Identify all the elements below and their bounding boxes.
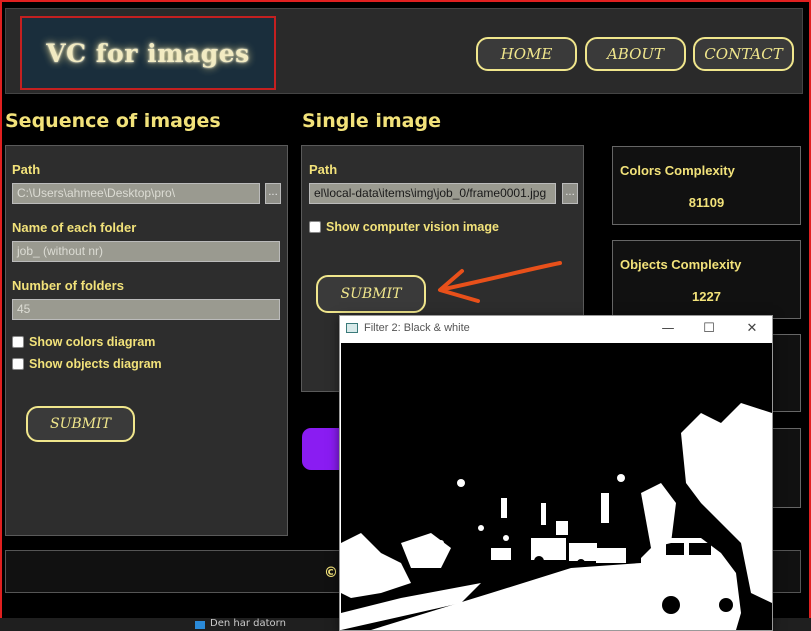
path-label: Path bbox=[12, 162, 41, 177]
filter-popup-window[interactable]: Filter 2: Black & white — ☐ ✕ bbox=[339, 315, 773, 631]
sequence-panel: Path C:\Users\ahmee\Desktop\pro\ ... Nam… bbox=[5, 145, 288, 536]
filtered-street-image bbox=[341, 343, 772, 630]
folder-icon bbox=[195, 621, 205, 629]
cv-image-label: Show computer vision image bbox=[326, 220, 499, 234]
folder-label: Name of each folder bbox=[12, 220, 137, 235]
folder-count-input[interactable]: 45 bbox=[12, 299, 280, 320]
minimize-icon[interactable]: — bbox=[656, 320, 680, 338]
objects-complexity-card: Objects Complexity 1227 bbox=[612, 240, 801, 319]
sequence-browse-button[interactable]: ... bbox=[265, 183, 281, 204]
single-browse-button[interactable]: ... bbox=[562, 183, 578, 204]
single-path-label: Path bbox=[309, 162, 338, 177]
checkbox-box[interactable] bbox=[12, 336, 24, 348]
popup-titlebar[interactable]: Filter 2: Black & white — ☐ ✕ bbox=[340, 316, 772, 342]
colors-complexity-card: Colors Complexity 81109 bbox=[612, 146, 801, 225]
folder-name-input[interactable]: job_ (without nr) bbox=[12, 241, 280, 262]
checkbox-box[interactable] bbox=[12, 358, 24, 370]
sequence-title: Sequence of images bbox=[5, 110, 221, 132]
maximize-icon[interactable]: ☐ bbox=[697, 320, 721, 338]
objects-complexity-value: 1227 bbox=[692, 289, 721, 304]
annotation-arrow bbox=[438, 261, 562, 303]
cv-image-checkbox[interactable]: Show computer vision image bbox=[309, 220, 499, 234]
logo-text: VC for images bbox=[46, 38, 250, 68]
colors-complexity-title: Colors Complexity bbox=[620, 163, 735, 178]
footer-copyright: © bbox=[324, 565, 338, 581]
count-label: Number of folders bbox=[12, 278, 124, 293]
header: VC for images HOME ABOUT CONTACT bbox=[5, 8, 803, 94]
colors-diagram-checkbox[interactable]: Show colors diagram bbox=[12, 335, 155, 349]
single-submit-button[interactable]: SUBMIT bbox=[316, 275, 426, 313]
purple-button-partial[interactable] bbox=[302, 428, 344, 470]
taskbar-label[interactable]: Den har datorn bbox=[210, 618, 286, 629]
sequence-submit-button[interactable]: SUBMIT bbox=[26, 406, 135, 442]
colors-complexity-value: 81109 bbox=[688, 195, 725, 210]
window-icon bbox=[346, 323, 358, 333]
nav-about[interactable]: ABOUT bbox=[585, 37, 686, 71]
colors-diagram-label: Show colors diagram bbox=[29, 335, 156, 349]
objects-diagram-label: Show objects diagram bbox=[29, 357, 162, 371]
objects-diagram-checkbox[interactable]: Show objects diagram bbox=[12, 357, 162, 371]
close-icon[interactable]: ✕ bbox=[740, 320, 764, 338]
popup-title: Filter 2: Black & white bbox=[364, 322, 470, 334]
checkbox-box[interactable] bbox=[309, 221, 321, 233]
single-path-input[interactable]: el\local-data\items\img\job_0/frame0001.… bbox=[309, 183, 556, 204]
nav-contact[interactable]: CONTACT bbox=[693, 37, 794, 71]
sequence-path-input[interactable]: C:\Users\ahmee\Desktop\pro\ bbox=[12, 183, 260, 204]
single-title: Single image bbox=[302, 110, 441, 132]
nav-home[interactable]: HOME bbox=[476, 37, 577, 71]
black-white-image bbox=[341, 343, 772, 630]
objects-complexity-title: Objects Complexity bbox=[620, 257, 742, 272]
logo[interactable]: VC for images bbox=[20, 16, 276, 90]
